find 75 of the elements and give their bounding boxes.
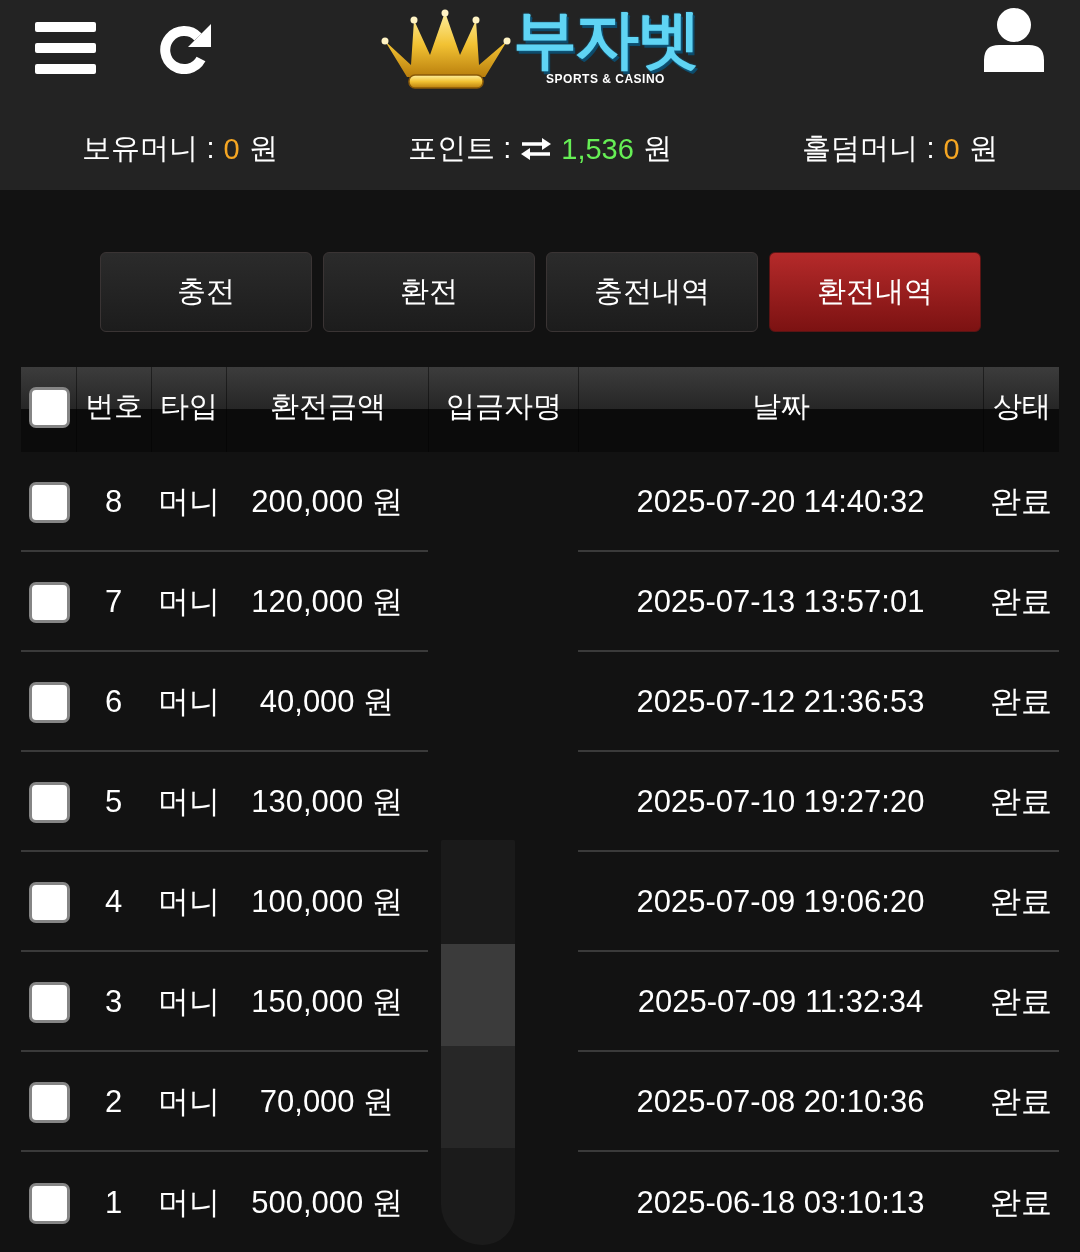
table-cell-text: 머니 bbox=[157, 1184, 220, 1222]
table-cell-text: 500,000 원 bbox=[251, 1184, 403, 1222]
logo-tagline: SPORTS & CASINO bbox=[546, 73, 665, 86]
currency-unit: 원 bbox=[968, 131, 998, 166]
table-cell-text: 120,000 원 bbox=[251, 583, 403, 621]
row-checkbox[interactable] bbox=[29, 1182, 70, 1224]
table-cell: 2025-07-08 20:10:36 bbox=[636, 1084, 925, 1120]
table-cell-text: 머니 bbox=[157, 883, 220, 921]
tab[interactable]: 충전내역 bbox=[545, 252, 758, 332]
table-cell: 8 bbox=[104, 484, 123, 520]
column-header: 입금자명 bbox=[445, 389, 562, 424]
table-cell-text: 완료 bbox=[990, 1184, 1052, 1222]
column-header: 번호 bbox=[85, 389, 143, 424]
table-cell-text: 머니 bbox=[157, 983, 220, 1021]
table-cell-text: 200,000 원 bbox=[251, 483, 403, 521]
table-cell-text: 완료 bbox=[990, 483, 1052, 521]
row-checkbox[interactable] bbox=[29, 681, 70, 723]
row-checkbox[interactable] bbox=[29, 581, 70, 623]
balance-label: 홀덤머니 : bbox=[802, 131, 935, 166]
table-cell-text: 머니 bbox=[157, 1083, 220, 1121]
table-cell: 6 bbox=[104, 684, 123, 720]
row-checkbox[interactable] bbox=[29, 1081, 70, 1123]
table-cell-text: 완료 bbox=[990, 583, 1052, 621]
table-cell: 2025-07-09 19:06:20 bbox=[636, 884, 925, 920]
column-header: 상태 bbox=[992, 389, 1051, 424]
table-cell-text: 완료 bbox=[990, 983, 1052, 1021]
refresh-icon[interactable] bbox=[158, 22, 212, 74]
table-cell-text: 완료 bbox=[990, 883, 1052, 921]
table-cell-text: 130,000 원 bbox=[251, 783, 403, 821]
table-cell: 5 bbox=[104, 784, 123, 820]
balance-amount: 0 bbox=[223, 132, 240, 166]
currency-unit: 원 bbox=[642, 131, 672, 166]
balance-amount: 0 bbox=[943, 132, 960, 166]
balance-label: 포인트 : bbox=[408, 131, 512, 166]
table-cell: 7 bbox=[104, 584, 123, 620]
row-checkbox[interactable] bbox=[29, 481, 70, 523]
table-cell-text: 머니 bbox=[157, 483, 220, 521]
select-all-checkbox[interactable] bbox=[29, 386, 70, 428]
table-cell: 2025-07-20 14:40:32 bbox=[636, 484, 925, 520]
table-cell: 2025-07-13 13:57:01 bbox=[636, 584, 925, 620]
user-icon[interactable] bbox=[984, 8, 1044, 72]
table-cell: 2 bbox=[104, 1084, 123, 1120]
swap-arrows-icon[interactable] bbox=[520, 137, 553, 161]
table-cell: 1 bbox=[104, 1185, 123, 1221]
row-checkbox[interactable] bbox=[29, 881, 70, 923]
column-header: 날짜 bbox=[752, 389, 810, 424]
logo-wordmark: 부자벳 bbox=[512, 5, 699, 73]
balance-amount: 1,536 bbox=[561, 132, 634, 166]
row-checkbox[interactable] bbox=[29, 781, 70, 823]
table-cell-text: 40,000 원 bbox=[259, 683, 395, 721]
table-cell: 2025-06-18 03:10:13 bbox=[636, 1185, 925, 1221]
currency-unit: 원 bbox=[248, 131, 278, 166]
crown-icon bbox=[380, 9, 511, 91]
tab[interactable]: 환전내역 bbox=[768, 252, 981, 332]
balance-label: 보유머니 : bbox=[82, 131, 215, 166]
table-cell-text: 완료 bbox=[990, 683, 1052, 721]
tab[interactable]: 환전 bbox=[322, 252, 535, 332]
table-cell: 3 bbox=[104, 984, 123, 1020]
table-cell-text: 완료 bbox=[990, 1083, 1052, 1121]
row-checkbox[interactable] bbox=[29, 981, 70, 1023]
table-cell: 2025-07-10 19:27:20 bbox=[636, 784, 925, 820]
table-cell: 2025-07-09 11:32:34 bbox=[637, 984, 924, 1020]
table-cell-text: 70,000 원 bbox=[259, 1083, 395, 1121]
table-cell-text: 100,000 원 bbox=[251, 883, 403, 921]
table-cell-text: 머니 bbox=[157, 583, 220, 621]
table-cell: 4 bbox=[104, 884, 123, 920]
table-cell-text: 150,000 원 bbox=[251, 983, 403, 1021]
table-cell-text: 머니 bbox=[157, 783, 220, 821]
table-cell-text: 완료 bbox=[990, 783, 1052, 821]
table-cell: 2025-07-12 21:36:53 bbox=[636, 684, 925, 720]
table-cell-text: 머니 bbox=[157, 683, 220, 721]
tab[interactable]: 충전 bbox=[99, 252, 312, 332]
menu-icon[interactable] bbox=[35, 22, 96, 74]
column-header: 환전금액 bbox=[269, 389, 386, 424]
column-header: 타입 bbox=[160, 389, 218, 424]
